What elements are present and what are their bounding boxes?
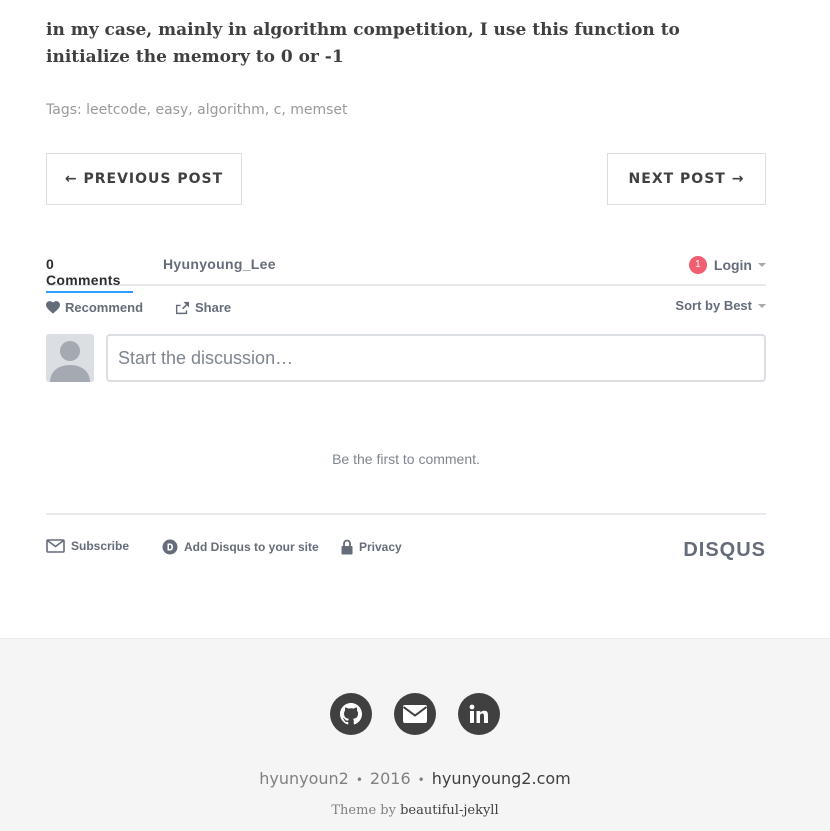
email-icon	[403, 705, 427, 723]
tag-link[interactable]: easy	[155, 102, 188, 118]
login-label[interactable]: Login	[714, 257, 752, 273]
separator: •	[355, 773, 363, 787]
next-post-button[interactable]: NEXT POST →	[607, 153, 766, 205]
share-icon	[175, 301, 190, 314]
post-tags: Tags: leetcode, easy, algorithm, c, mems…	[46, 102, 348, 118]
recommend-label: Recommend	[65, 300, 144, 315]
privacy-link[interactable]: Privacy	[341, 539, 402, 555]
social-links	[0, 693, 830, 735]
add-disqus-label: Add Disqus to your site	[184, 540, 319, 554]
privacy-label: Privacy	[359, 540, 402, 554]
tab-community[interactable]: Hyunyoung_Lee	[163, 256, 276, 272]
envelope-icon	[46, 539, 65, 553]
theme-prefix: Theme by	[331, 803, 396, 818]
subscribe-label: Subscribe	[71, 539, 130, 553]
theme-credit: Theme by beautiful-jekyll	[0, 803, 830, 818]
tag-link[interactable]: c	[274, 102, 282, 118]
recommend-button[interactable]: Recommend	[46, 300, 143, 315]
avatar[interactable]	[46, 334, 94, 382]
disqus-logo[interactable]: DISQUS	[683, 539, 766, 562]
tag-link[interactable]: algorithm	[197, 102, 265, 118]
chevron-down-icon	[758, 303, 766, 308]
disqus-thread: 0 Comments Hyunyoung_Lee 1 Login Recomme…	[46, 250, 766, 561]
disqus-tabs: 0 Comments Hyunyoung_Lee 1 Login	[46, 250, 766, 293]
copyright-year: 2016	[369, 769, 411, 788]
add-disqus-link[interactable]: Add Disqus to your site	[162, 539, 319, 555]
linkedin-icon	[469, 704, 488, 723]
author-name: hyunyoun2	[259, 769, 349, 788]
notification-badge[interactable]: 1	[688, 256, 707, 274]
linkedin-link[interactable]	[458, 693, 500, 735]
post-body-text: in my case, mainly in algorithm competit…	[46, 20, 680, 67]
empty-comments-message: Be the first to comment.	[332, 451, 480, 467]
separator: •	[417, 773, 425, 787]
comment-composer	[46, 334, 766, 382]
tag-link[interactable]: leetcode	[86, 102, 146, 118]
sort-dropdown[interactable]: Sort by Best	[675, 298, 766, 313]
chevron-down-icon	[758, 263, 766, 267]
share-button[interactable]: Share	[175, 300, 231, 315]
copyright: hyunyoun2 • 2016 • hyunyoung2.com	[0, 769, 830, 788]
subscribe-link[interactable]: Subscribe	[46, 539, 129, 553]
site-link[interactable]: hyunyoung2.com	[432, 769, 571, 788]
disqus-d-icon	[162, 539, 178, 555]
theme-link[interactable]: beautiful-jekyll	[400, 803, 499, 818]
github-icon	[340, 703, 362, 725]
disqus-actions: Recommend Share Sort by Best	[46, 286, 766, 334]
share-label: Share	[195, 300, 232, 315]
sort-label: Sort by Best	[675, 298, 752, 313]
site-footer: hyunyoun2 • 2016 • hyunyoung2.com Theme by b…	[0, 638, 830, 831]
tags-label: Tags:	[46, 102, 82, 118]
previous-post-button[interactable]: ← PREVIOUS POST	[46, 153, 242, 205]
user-icon	[50, 341, 90, 382]
comment-input[interactable]	[106, 334, 766, 382]
tag-link[interactable]: memset	[290, 102, 347, 118]
lock-icon	[341, 539, 353, 555]
heart-icon	[46, 301, 60, 314]
github-link[interactable]	[330, 693, 372, 735]
disqus-footer: Subscribe Add Disqus to your site Privac…	[46, 513, 766, 563]
login-menu[interactable]: 1 Login	[688, 256, 766, 274]
email-link[interactable]	[394, 693, 436, 735]
